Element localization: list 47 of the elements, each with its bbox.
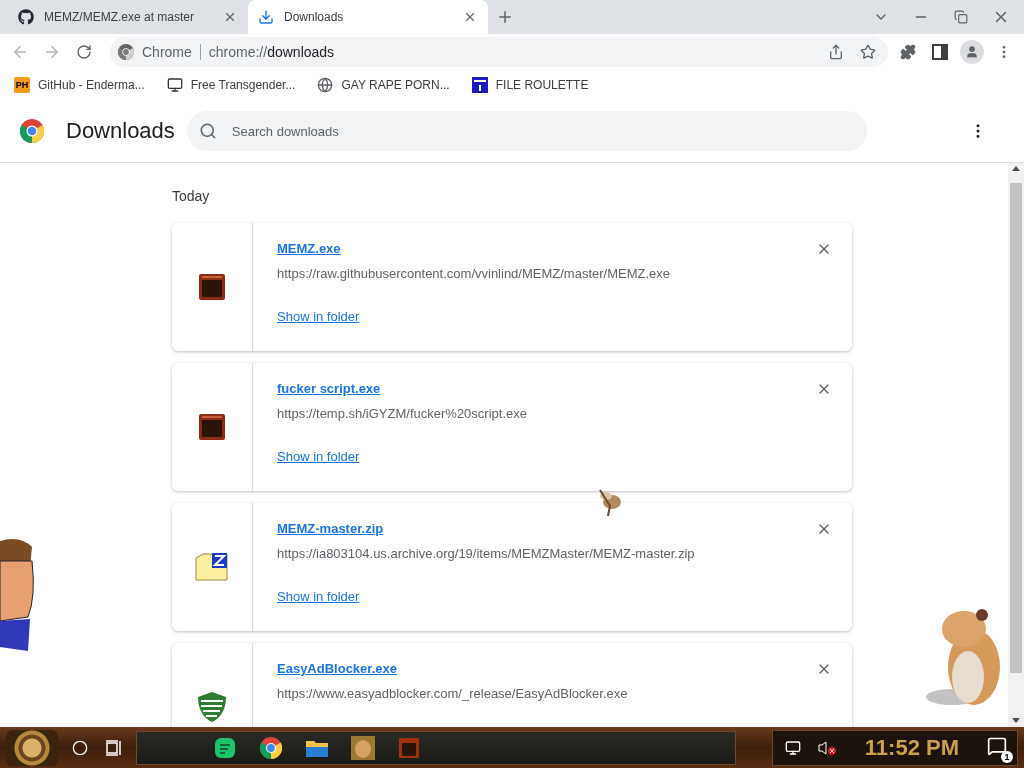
github-icon [18, 9, 34, 25]
globe-icon [317, 77, 334, 93]
bookmark[interactable]: PH GitHub - Enderma... [14, 77, 145, 93]
file-name-link[interactable]: MEMZ-master.zip [277, 521, 384, 536]
download-icon [258, 9, 274, 25]
browser-tab[interactable]: MEMZ/MEMZ.exe at master [8, 0, 248, 34]
profile-icon[interactable] [960, 40, 984, 64]
show-in-folder-link[interactable]: Show in folder [277, 589, 360, 604]
site-label: Chrome [142, 44, 201, 60]
source-url: https://ia803104.us.archive.org/19/items/MEMZMaster/MEMZ-master.zip [277, 546, 696, 561]
site-badge: PH [14, 77, 30, 93]
bookmark[interactable]: FILE ROULETTE [471, 77, 589, 93]
tab-title: MEMZ/MEMZ.exe at master [44, 10, 196, 24]
section-heading: Today [172, 188, 211, 204]
archive-icon [195, 552, 229, 582]
start-button[interactable] [6, 729, 58, 766]
tab-title: Downloads [284, 10, 345, 24]
chrome-icon[interactable] [259, 735, 283, 760]
shield-icon [197, 691, 227, 723]
site-icon [471, 77, 488, 93]
chrome-icon [118, 44, 134, 60]
source-url: https://www.easyadblocker.com/_release/EasyAdBlocker.exe [277, 686, 629, 701]
file-name-link[interactable]: MEMZ.exe [277, 241, 341, 256]
clock-text[interactable]: 11:52 PM [864, 734, 959, 761]
notification-count: 1 [1001, 750, 1013, 763]
new-tab-icon[interactable] [496, 8, 514, 26]
url-text: chrome://downloads [208, 44, 335, 60]
source-url: https://raw.githubusercontent.com/vvinlind/MEMZ/master/MEMZ.exe [277, 266, 672, 281]
browser-tab[interactable]: Downloads [248, 0, 488, 34]
chat-app-icon[interactable] [213, 735, 237, 760]
bookmark[interactable]: Free Transgender... [166, 77, 296, 93]
chrome-icon [20, 119, 44, 143]
file-name-link[interactable]: EasyAdBlocker.exe [277, 661, 397, 676]
bookmark[interactable]: GAY RAPE PORN... [317, 77, 450, 93]
show-in-folder-link[interactable]: Show in folder [277, 449, 360, 464]
program-icon [198, 273, 226, 301]
search-field[interactable]: Search downloads [186, 111, 867, 151]
scrollbar[interactable] [1008, 163, 1024, 727]
restore-icon[interactable] [952, 8, 970, 26]
source-url: https://temp.sh/iGYZM/fucker%20script.exe [277, 406, 528, 421]
file-name-link[interactable]: fucker script.exe [277, 381, 381, 396]
program-icon [198, 413, 226, 441]
program-icon[interactable] [397, 735, 421, 760]
page-title: Downloads [66, 118, 175, 144]
address-bar[interactable]: Chrome chrome://downloads [110, 37, 888, 67]
show-in-folder-link[interactable]: Show in folder [277, 309, 360, 324]
computer-icon [166, 77, 183, 93]
